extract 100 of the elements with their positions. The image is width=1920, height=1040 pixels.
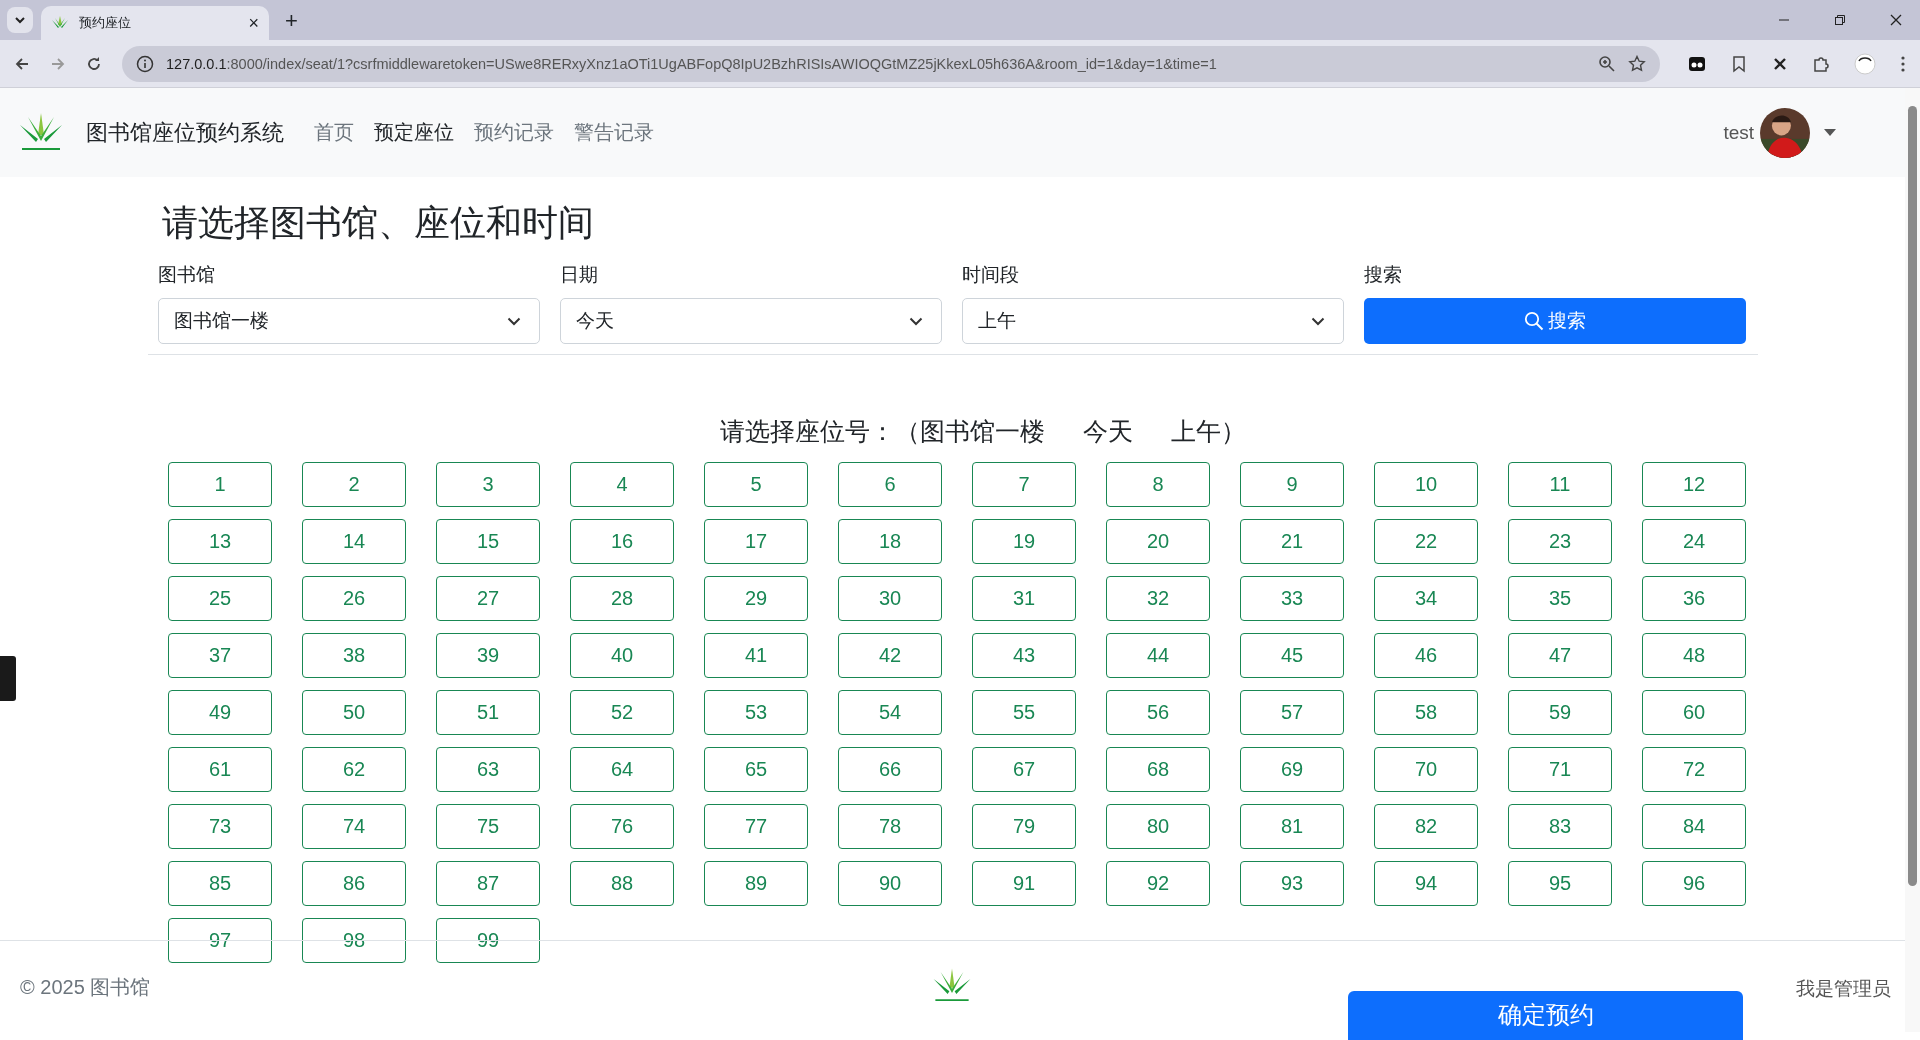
seat-button[interactable]: 67 xyxy=(972,747,1076,792)
seat-button[interactable]: 6 xyxy=(838,462,942,507)
seat-button[interactable]: 60 xyxy=(1642,690,1746,735)
seat-button[interactable]: 70 xyxy=(1374,747,1478,792)
seat-button[interactable]: 36 xyxy=(1642,576,1746,621)
seat-button[interactable]: 50 xyxy=(302,690,406,735)
seat-button[interactable]: 45 xyxy=(1240,633,1344,678)
seat-button[interactable]: 34 xyxy=(1374,576,1478,621)
seat-button[interactable]: 19 xyxy=(972,519,1076,564)
seat-button[interactable]: 43 xyxy=(972,633,1076,678)
seat-button[interactable]: 46 xyxy=(1374,633,1478,678)
seat-button[interactable]: 5 xyxy=(704,462,808,507)
nav-link[interactable]: 首页 xyxy=(314,119,354,146)
seat-button[interactable]: 30 xyxy=(838,576,942,621)
nav-link[interactable]: 警告记录 xyxy=(574,119,654,146)
seat-button[interactable]: 9 xyxy=(1240,462,1344,507)
seat-button[interactable]: 23 xyxy=(1508,519,1612,564)
puzzle-icon[interactable] xyxy=(1812,54,1830,73)
seat-button[interactable]: 93 xyxy=(1240,861,1344,906)
caret-icon[interactable] xyxy=(1824,129,1836,136)
seat-button[interactable]: 29 xyxy=(704,576,808,621)
tab-list-button[interactable] xyxy=(7,7,33,33)
seat-button[interactable]: 18 xyxy=(838,519,942,564)
seat-button[interactable]: 39 xyxy=(436,633,540,678)
seat-button[interactable]: 15 xyxy=(436,519,540,564)
close-icon[interactable] xyxy=(1890,14,1902,26)
seat-button[interactable]: 25 xyxy=(168,576,272,621)
seat-button[interactable]: 82 xyxy=(1374,804,1478,849)
search-button[interactable]: 搜索 xyxy=(1364,298,1746,344)
seat-button[interactable]: 44 xyxy=(1106,633,1210,678)
seat-button[interactable]: 31 xyxy=(972,576,1076,621)
user-name[interactable]: test xyxy=(1723,121,1754,144)
seat-button[interactable]: 64 xyxy=(570,747,674,792)
seat-button[interactable]: 11 xyxy=(1508,462,1612,507)
bookmark-icon[interactable] xyxy=(1730,54,1748,73)
more-icon[interactable] xyxy=(1900,54,1906,73)
seat-button[interactable]: 14 xyxy=(302,519,406,564)
reload-icon[interactable] xyxy=(86,55,102,72)
seat-button[interactable]: 38 xyxy=(302,633,406,678)
seat-button[interactable]: 79 xyxy=(972,804,1076,849)
seat-button[interactable]: 35 xyxy=(1508,576,1612,621)
seat-button[interactable]: 62 xyxy=(302,747,406,792)
seat-button[interactable]: 41 xyxy=(704,633,808,678)
nav-link[interactable]: 预约记录 xyxy=(474,119,554,146)
seat-button[interactable]: 4 xyxy=(570,462,674,507)
seat-button[interactable]: 21 xyxy=(1240,519,1344,564)
seat-button[interactable]: 77 xyxy=(704,804,808,849)
seat-button[interactable]: 52 xyxy=(570,690,674,735)
profile-icon[interactable] xyxy=(1854,52,1876,75)
seat-button[interactable]: 66 xyxy=(838,747,942,792)
new-tab-button[interactable]: + xyxy=(285,8,298,34)
seat-button[interactable]: 76 xyxy=(570,804,674,849)
seat-button[interactable]: 55 xyxy=(972,690,1076,735)
seat-button[interactable]: 16 xyxy=(570,519,674,564)
seat-button[interactable]: 56 xyxy=(1106,690,1210,735)
seat-button[interactable]: 10 xyxy=(1374,462,1478,507)
zoom-icon[interactable] xyxy=(1598,54,1616,73)
dropdown-field[interactable]: 今天 xyxy=(560,298,942,344)
seat-button[interactable]: 3 xyxy=(436,462,540,507)
seat-button[interactable]: 51 xyxy=(436,690,540,735)
seat-button[interactable]: 95 xyxy=(1508,861,1612,906)
seat-button[interactable]: 91 xyxy=(972,861,1076,906)
x-icon[interactable] xyxy=(1772,55,1788,72)
seat-button[interactable]: 94 xyxy=(1374,861,1478,906)
seat-button[interactable]: 22 xyxy=(1374,519,1478,564)
seat-button[interactable]: 86 xyxy=(302,861,406,906)
seat-button[interactable]: 54 xyxy=(838,690,942,735)
seat-button[interactable]: 40 xyxy=(570,633,674,678)
seat-button[interactable]: 87 xyxy=(436,861,540,906)
seat-button[interactable]: 26 xyxy=(302,576,406,621)
seat-button[interactable]: 89 xyxy=(704,861,808,906)
address-bar[interactable]: 127.0.0.1:8000/index/seat/1?csrfmiddlewaretoken=USwe8RERxyXnz1aOTi1UgABFopQ8IpU2BzhRISIsAWIOQGtMZ25jKkexL05h636A&room_id=1&day=1&time=1 xyxy=(122,45,1660,82)
back-icon[interactable] xyxy=(14,55,30,72)
seat-button[interactable]: 69 xyxy=(1240,747,1344,792)
seat-button[interactable]: 78 xyxy=(838,804,942,849)
seat-button[interactable]: 72 xyxy=(1642,747,1746,792)
seat-button[interactable]: 73 xyxy=(168,804,272,849)
brand-title[interactable]: 图书馆座位预约系统 xyxy=(86,117,284,148)
seat-button[interactable]: 84 xyxy=(1642,804,1746,849)
seat-button[interactable]: 24 xyxy=(1642,519,1746,564)
seat-button[interactable]: 13 xyxy=(168,519,272,564)
seat-button[interactable]: 58 xyxy=(1374,690,1478,735)
seat-button[interactable]: 27 xyxy=(436,576,540,621)
seat-button[interactable]: 32 xyxy=(1106,576,1210,621)
seat-button[interactable]: 92 xyxy=(1106,861,1210,906)
seat-button[interactable]: 2 xyxy=(302,462,406,507)
seat-button[interactable]: 17 xyxy=(704,519,808,564)
seat-button[interactable]: 71 xyxy=(1508,747,1612,792)
seat-button[interactable]: 47 xyxy=(1508,633,1612,678)
star-icon[interactable] xyxy=(1628,54,1646,73)
seat-button[interactable]: 83 xyxy=(1508,804,1612,849)
seat-button[interactable]: 80 xyxy=(1106,804,1210,849)
restore-icon[interactable] xyxy=(1834,14,1846,26)
seat-button[interactable]: 33 xyxy=(1240,576,1344,621)
seat-button[interactable]: 96 xyxy=(1642,861,1746,906)
seat-button[interactable]: 37 xyxy=(168,633,272,678)
seat-button[interactable]: 85 xyxy=(168,861,272,906)
dropdown-field[interactable]: 图书馆一楼 xyxy=(158,298,540,344)
seat-button[interactable]: 74 xyxy=(302,804,406,849)
seat-button[interactable]: 75 xyxy=(436,804,540,849)
